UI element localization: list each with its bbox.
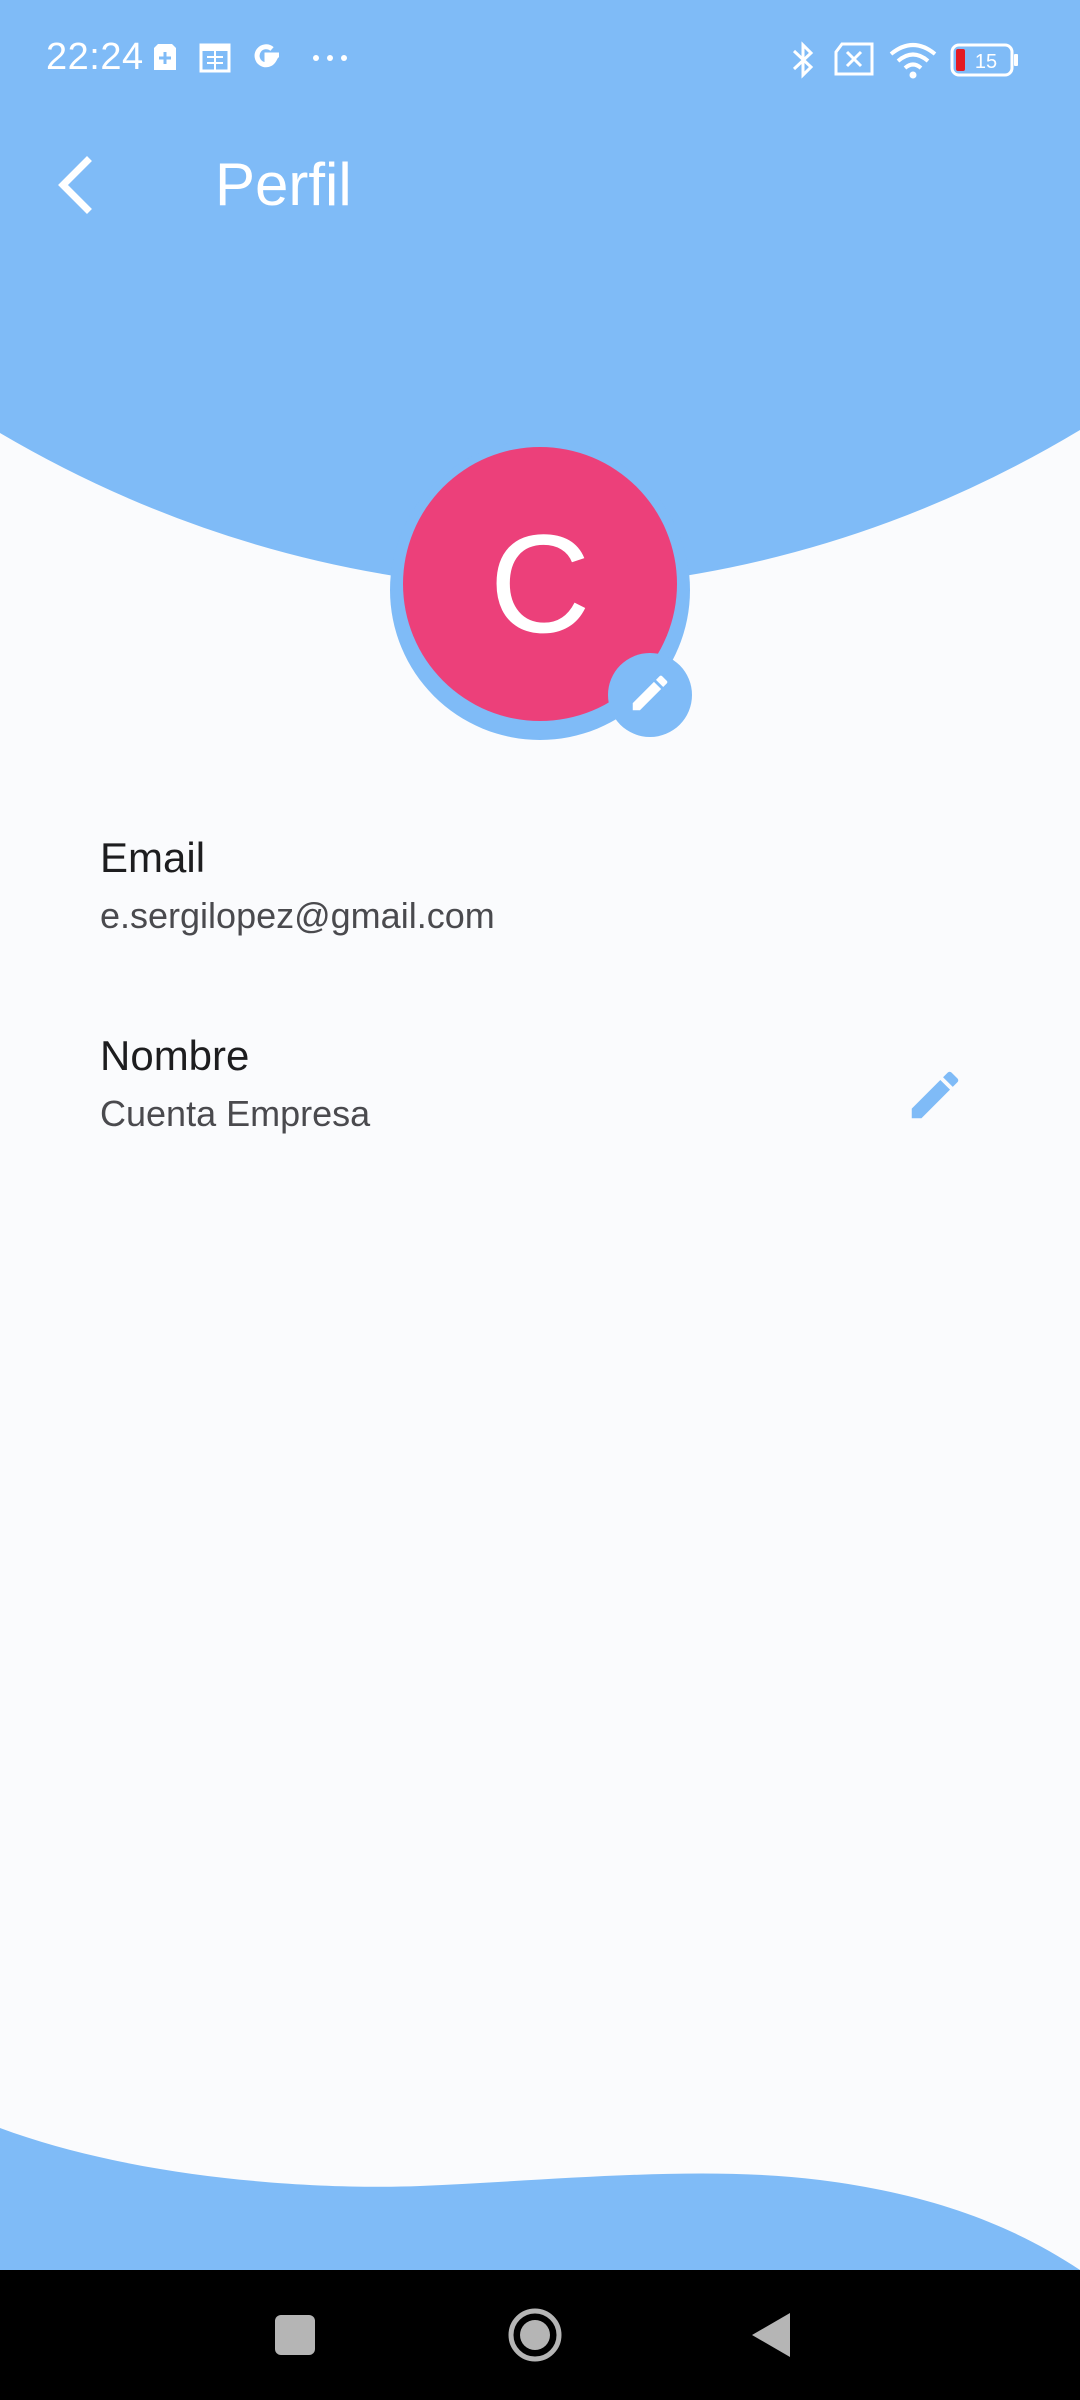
status-bar: 22:24 15 [0,0,1080,120]
email-label: Email [100,834,206,881]
status-time: 22:24 [46,36,144,78]
back-button[interactable] [40,152,110,222]
name-label: Nombre [100,1032,250,1079]
system-navigation-bar [0,2270,1080,2400]
recents-square-icon[interactable] [272,2312,318,2363]
chevron-left-icon [55,155,95,220]
email-value: e.sergilopez@gmail.com [100,895,495,936]
battery-icon: 15 [950,42,1020,83]
name-field: Nombre Cuenta Empresa [100,1030,980,1138]
avatar-initial: C [489,505,591,662]
back-triangle-icon[interactable] [748,2310,794,2365]
pencil-icon [627,670,673,721]
pencil-icon [904,1064,966,1131]
app-bar: Perfil [0,130,1080,240]
page-title: Perfil [215,151,352,218]
bluetooth-icon [788,40,818,85]
no-sim-icon [832,40,876,83]
edit-avatar-button[interactable] [608,653,692,737]
battery-level: 15 [975,51,997,73]
email-field: Email e.sergilopez@gmail.com [100,832,980,940]
footer-background-wave [0,2128,1080,2270]
wifi-icon [888,40,938,85]
more-dots-icon [310,40,350,79]
calendar-icon [198,40,232,79]
edit-name-button[interactable] [890,1052,980,1142]
name-value: Cuenta Empresa [100,1093,371,1134]
google-icon [250,40,284,79]
home-circle-icon[interactable] [505,2305,565,2370]
sim-toolkit-icon [152,40,178,79]
